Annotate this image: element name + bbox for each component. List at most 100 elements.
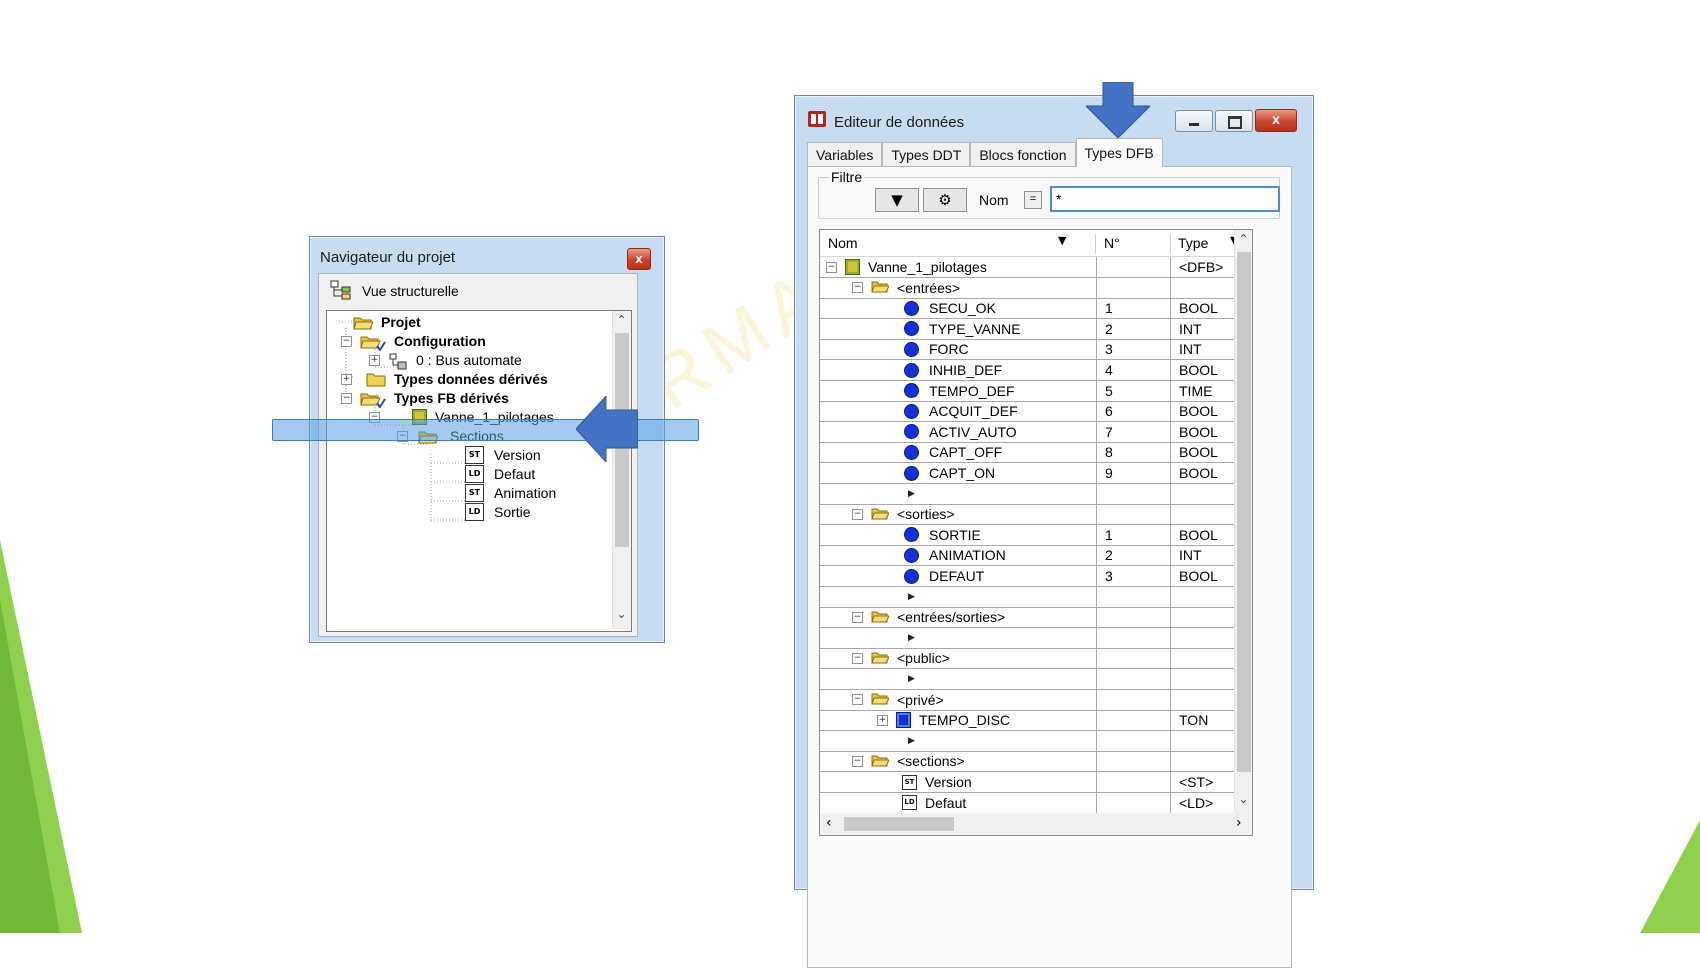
collapse-icon[interactable]: − [826,261,837,273]
expand-icon[interactable]: + [369,354,380,366]
table-row[interactable]: − <entrées/sorties> [820,607,1252,629]
tree-item-projet[interactable]: Projet [353,312,421,332]
table-row[interactable]: ANIMATION 2 INT [820,545,1252,567]
table-row[interactable]: SORTIE 1 BOOL [820,524,1252,546]
tree-item-types-fb-derives[interactable]: − Types FB dérivés [341,388,509,409]
table-row[interactable]: ▶ [820,586,1252,608]
restore-button[interactable] [1215,110,1253,132]
add-row-marker-icon[interactable]: ▶ [908,674,915,684]
table-row[interactable]: DEFAUT 3 BOOL [820,566,1252,587]
collapse-icon[interactable]: − [341,335,352,347]
scroll-left-icon[interactable]: ‹ [826,815,832,831]
scroll-down-icon[interactable]: ⌄ [613,607,630,621]
variable-dot-icon [904,300,919,316]
grid-vertical-scrollbar[interactable]: ⌃ ⌄ [1234,230,1252,814]
bus-icon [388,353,408,369]
cell-name-text: DEFAUT [929,568,985,584]
cell-name: − <entrées/sorties> [820,607,1127,627]
down-arrow-pointer-icon [1084,81,1152,143]
tree-item-section-defaut[interactable]: LD Defaut [465,464,535,484]
collapse-icon[interactable]: − [852,611,863,623]
green-corner-left [0,540,90,933]
expand-icon[interactable]: + [341,373,352,385]
tree-item-configuration[interactable]: − Configuration [341,331,486,352]
table-row[interactable]: ▶ [820,483,1252,505]
table-row[interactable]: − <sorties> [820,504,1252,526]
table-row[interactable]: ACTIV_AUTO 7 BOOL [820,421,1252,443]
collapse-icon[interactable]: − [852,652,863,664]
table-row[interactable]: − <entrées> [820,277,1252,299]
expand-icon[interactable]: + [877,714,888,726]
variable-dot-icon [904,465,919,481]
horizontal-scroll-thumb[interactable] [844,817,954,831]
tree-item-bus-automate[interactable]: + 0 : Bus automate [369,350,522,370]
collapse-icon[interactable]: − [852,694,863,706]
apply-filter-button[interactable]: ▼ [875,188,919,212]
minimize-button[interactable] [1175,110,1213,132]
scroll-right-icon[interactable]: › [1236,815,1242,831]
navigator-close-button[interactable]: x [627,248,651,270]
tree-item-types-donnees-derives[interactable]: + Types données dérivés [341,369,548,389]
structural-view-header[interactable]: Vue structurelle [319,274,637,308]
editor-close-button[interactable]: x [1255,109,1297,132]
table-row[interactable]: TEMPO_DEF 5 TIME [820,380,1252,402]
tab-blocs-fonction[interactable]: Blocs fonction [970,142,1076,167]
table-row[interactable]: ▶ [820,730,1252,752]
sort-name-dropdown-icon[interactable]: ▼ [1058,234,1066,247]
table-row[interactable]: LD Defaut <LD> [820,792,1252,814]
table-row[interactable]: TYPE_VANNE 2 INT [820,318,1252,340]
table-row[interactable]: SECU_OK 1 BOOL [820,298,1252,320]
cell-number [1096,586,1170,607]
table-row[interactable]: − <public> [820,648,1252,670]
table-row[interactable]: − Vanne_1_pilotages <DFB> [820,257,1252,278]
table-row[interactable]: ▶ [820,669,1252,690]
column-header-type[interactable]: Type [1170,230,1208,256]
table-row[interactable]: + TEMPO_DISC TON [820,710,1252,732]
collapse-icon[interactable]: − [852,282,863,294]
st-section-icon: ST [465,484,484,502]
column-header-num[interactable]: N° [1096,230,1120,256]
cell-name-text: <entrées> [897,279,961,296]
grid-horizontal-scrollbar[interactable]: ‹ › [819,813,1253,836]
add-row-marker-icon[interactable]: ▶ [908,633,915,643]
add-row-marker-icon[interactable]: ▶ [908,736,915,746]
tab-types-ddt[interactable]: Types DDT [882,142,971,167]
cell-number [1096,504,1170,525]
filter-operator-button[interactable]: = [1024,191,1042,209]
minimize-icon [1189,123,1199,126]
collapse-icon[interactable]: − [341,392,352,404]
table-row[interactable]: INHIB_DEF 4 BOOL [820,360,1252,381]
tab-types-dfb[interactable]: Types DFB [1075,138,1163,167]
table-row[interactable]: CAPT_ON 9 BOOL [820,463,1252,484]
table-row[interactable]: FORC 3 INT [820,339,1252,361]
filter-settings-button[interactable]: ⚙ [923,188,967,212]
collapse-icon[interactable]: − [852,755,863,767]
cell-number: 4 [1096,360,1170,380]
navigator-vertical-scrollbar[interactable]: ⌃ ⌄ [612,311,631,629]
cell-number: 5 [1096,380,1170,401]
collapse-icon[interactable]: − [852,508,863,520]
tree-item-section-animation[interactable]: ST Animation [465,483,556,503]
filter-name-input[interactable] [1050,186,1280,212]
scroll-thumb[interactable] [1237,252,1251,772]
tree-label: 0 : Bus automate [416,352,522,368]
tree-item-section-sortie[interactable]: LD Sortie [465,502,531,522]
table-row[interactable]: ST Version <ST> [820,772,1252,793]
column-header-name[interactable]: Nom [820,230,1068,256]
tree-item-section-version[interactable]: ST Version [465,445,541,465]
tab-variables[interactable]: Variables [807,142,883,167]
table-row[interactable]: ▶ [820,627,1252,649]
scroll-up-icon[interactable]: ⌃ [1235,232,1252,246]
cell-name: ▶ [820,731,1095,751]
scroll-down-icon[interactable]: ⌄ [1235,792,1252,806]
table-row[interactable]: − <privé> [820,689,1252,711]
add-row-marker-icon[interactable]: ▶ [908,489,915,499]
add-row-marker-icon[interactable]: ▶ [908,592,915,602]
table-row[interactable]: ACQUIT_DEF 6 BOOL [820,401,1252,423]
cell-name: ▶ [820,587,1095,607]
cell-number: 1 [1096,524,1170,545]
table-row[interactable]: CAPT_OFF 8 BOOL [820,442,1252,464]
scroll-up-icon[interactable]: ⌃ [613,313,630,327]
table-row[interactable]: − <sections> [820,751,1252,773]
funnel-icon: ▼ [891,191,903,209]
